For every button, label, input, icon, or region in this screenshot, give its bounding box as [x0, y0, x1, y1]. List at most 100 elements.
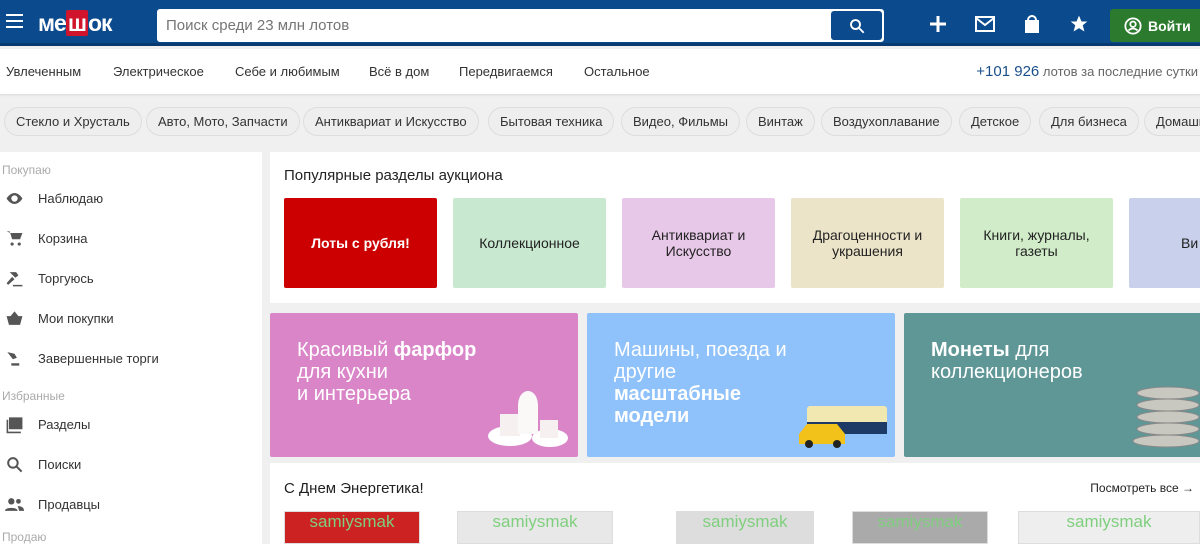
banner-bold: масштабные: [614, 383, 742, 405]
sidebar-heading: Избранные: [2, 389, 65, 403]
add-lot-icon[interactable]: [927, 13, 949, 35]
product-thumbnail[interactable]: samiysmak: [852, 511, 988, 544]
tile-antiques[interactable]: Антиквариат и Искусство: [622, 198, 775, 288]
sidebar-item-label: Наблюдаю: [38, 191, 104, 206]
nav-item[interactable]: Себе и любимым: [235, 64, 340, 79]
banner-text: Красивый: [297, 339, 394, 361]
banner-porcelain[interactable]: Красивый фарфор для кухни и интерьера: [270, 313, 578, 457]
coins-image: [1132, 386, 1200, 448]
nav-item[interactable]: Электрическое: [113, 64, 204, 79]
banner-text: коллекционеров: [931, 361, 1083, 383]
banner-text: Машины, поезда и: [614, 339, 787, 361]
folder-star-icon: [6, 417, 23, 434]
chip[interactable]: Детское: [959, 107, 1032, 136]
eye-icon: [6, 192, 23, 205]
tile-collectible[interactable]: Коллекционное: [453, 198, 606, 288]
tile-more[interactable]: Ви: [1129, 198, 1200, 288]
search-box: [157, 9, 884, 42]
login-label: Войти: [1148, 17, 1191, 34]
sidebar-item-bidding[interactable]: Торгуюсь: [5, 269, 94, 288]
banner-text: для: [1009, 339, 1050, 361]
banner-text: и интерьера: [297, 383, 411, 405]
cart-icon: [6, 231, 23, 246]
chip[interactable]: Для бизнеса: [1039, 107, 1139, 136]
nav-item[interactable]: Передвигаемся: [459, 64, 553, 79]
sidebar-item-sections[interactable]: Разделы: [5, 415, 90, 434]
gavel-done-icon: [7, 352, 20, 366]
vehicles-image: [799, 406, 887, 448]
sidebar-item-label: Корзина: [38, 231, 88, 246]
lots-count: +101 926: [976, 63, 1040, 80]
watermark: samiysmak: [877, 512, 963, 531]
watermark: samiysmak: [1066, 512, 1152, 531]
chip[interactable]: Антиквариат и Искусство: [303, 107, 479, 136]
watermark: samiysmak: [492, 512, 578, 531]
search-icon: [7, 457, 23, 473]
sidebar-item-purchases[interactable]: Мои покупки: [5, 309, 114, 328]
popular-sections: Популярные разделы аукциона Лоты с рубля…: [270, 152, 1200, 303]
chip[interactable]: Стекло и Хрусталь: [4, 107, 142, 136]
tile-jewelry[interactable]: Драгоценности и украшения: [791, 198, 944, 288]
people-icon: [5, 498, 24, 511]
product-thumbnail[interactable]: samiysmak: [676, 511, 814, 544]
banner-bold: фарфор: [393, 339, 477, 361]
search-icon: [849, 18, 864, 33]
teapot-image: [488, 391, 568, 447]
sidebar-item-label: Торгуюсь: [38, 271, 94, 286]
chip[interactable]: Воздухоплавание: [821, 107, 952, 136]
product-thumbnail[interactable]: samiysmak: [1018, 511, 1200, 544]
logo[interactable]: мешок: [38, 10, 113, 37]
nav-item[interactable]: Всё в дом: [369, 64, 429, 79]
sidebar-item-searches[interactable]: Поиски: [5, 455, 81, 474]
bag-icon[interactable]: [1021, 13, 1043, 35]
search-button[interactable]: [831, 11, 882, 40]
mail-icon[interactable]: [974, 13, 996, 35]
section-title: Популярные разделы аукциона: [284, 167, 503, 184]
chip[interactable]: Домашн: [1144, 107, 1200, 136]
sidebar-heading: Продаю: [2, 530, 47, 544]
watermark: samiysmak: [702, 512, 788, 531]
chip[interactable]: Видео, Фильмы: [621, 107, 740, 136]
sidebar-item-sellers[interactable]: Продавцы: [5, 495, 100, 514]
basket-icon: [6, 311, 23, 325]
tile-ruble-lots[interactable]: Лоты с рубля!: [284, 198, 437, 288]
star-icon[interactable]: [1068, 13, 1090, 35]
product-thumbnail[interactable]: samiysmak: [457, 511, 613, 544]
banner-text: другие: [614, 361, 677, 383]
nav-item[interactable]: Остальное: [584, 64, 650, 79]
banner-models[interactable]: Машины, поезда и другие масштабные модели: [587, 313, 895, 457]
product-thumbnail[interactable]: samiysmak: [284, 511, 420, 544]
chip[interactable]: Бытовая техника: [488, 107, 615, 136]
sidebar-item-label: Завершенные торги: [38, 351, 159, 366]
tile-books[interactable]: Книги, журналы, газеты: [960, 198, 1113, 288]
gavel-icon: [6, 272, 23, 287]
view-all-link[interactable]: Посмотреть все →: [1090, 481, 1194, 495]
sidebar-item-cart[interactable]: Корзина: [5, 229, 88, 248]
sidebar: Покупаю Наблюдаю Корзина Торгуюсь Мои по…: [0, 152, 262, 544]
category-chips: Стекло и Хрусталь Авто, Мото, Запчасти А…: [0, 98, 1200, 146]
chip[interactable]: Авто, Мото, Запчасти: [146, 107, 300, 136]
lots-text: лотов за последние сутки: [1039, 64, 1198, 79]
top-header: мешок Войти: [0, 0, 1200, 46]
new-lots-counter: +101 926 лотов за последние сутки: [976, 63, 1198, 80]
sidebar-item-label: Разделы: [38, 417, 91, 432]
sidebar-item-watching[interactable]: Наблюдаю: [5, 189, 103, 208]
user-icon: [1124, 16, 1142, 35]
watermark: samiysmak: [309, 512, 395, 531]
sidebar-item-finished[interactable]: Завершенные торги: [5, 349, 159, 368]
nav-item[interactable]: Увлеченным: [6, 64, 81, 79]
banner-text: для кухни: [297, 361, 388, 383]
chip[interactable]: Винтаж: [746, 107, 815, 136]
search-input[interactable]: [158, 10, 818, 41]
category-nav: Увлеченным Электрическое Себе и любимым …: [0, 49, 1200, 94]
sidebar-item-label: Мои покупки: [38, 311, 114, 326]
banner-bold: модели: [614, 405, 690, 427]
login-button[interactable]: Войти: [1110, 9, 1200, 42]
energy-day-section: С Днем Энергетика! Посмотреть все → sami…: [270, 463, 1200, 544]
section-title: С Днем Энергетика!: [284, 480, 424, 497]
sidebar-item-label: Поиски: [38, 457, 82, 472]
menu-icon[interactable]: [6, 14, 23, 28]
banner-coins[interactable]: Монеты для коллекционеров: [904, 313, 1200, 457]
banner-bold: Монеты: [931, 339, 1010, 361]
sidebar-heading: Покупаю: [2, 163, 51, 177]
